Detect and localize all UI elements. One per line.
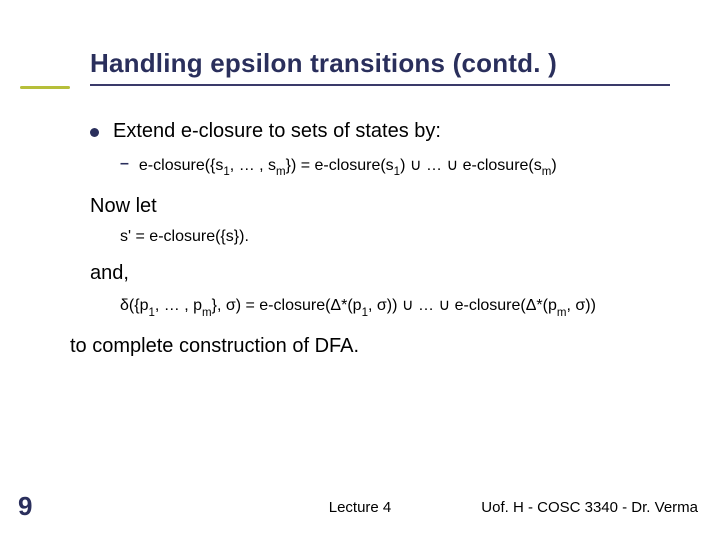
- title-underline: [90, 84, 670, 86]
- slide: Handling epsilon transitions (contd. ) E…: [0, 0, 720, 540]
- seg: ) ∪ … ∪ e-closure(s: [400, 157, 542, 174]
- now-let-line: Now let: [90, 195, 690, 218]
- sub-bullet-1: – e-closure({s1, … , sm}) = e-closure(s1…: [120, 155, 690, 177]
- seg: , σ)) ∪ … ∪ e-closure(Δ*(p: [368, 297, 557, 314]
- bullet-1-text: Extend e-closure to sets of states by:: [113, 120, 441, 143]
- title-wrap: Handling epsilon transitions (contd. ): [90, 48, 670, 79]
- subscript: 1: [148, 307, 154, 319]
- subscript: 1: [394, 166, 400, 178]
- seg: }) = e-closure(s: [286, 157, 394, 174]
- slide-title: Handling epsilon transitions (contd. ): [90, 48, 670, 79]
- seg: δ({p: [120, 297, 148, 314]
- subscript: 1: [362, 307, 368, 319]
- final-line: to complete construction of DFA.: [70, 335, 690, 358]
- dash-icon: –: [120, 155, 129, 173]
- subscript: 1: [223, 166, 229, 178]
- page-number: 9: [18, 491, 32, 522]
- content-area: Extend e-closure to sets of states by: –…: [90, 120, 690, 358]
- seg: }, σ) = e-closure(Δ*(p: [212, 297, 362, 314]
- footer-right: Uof. H - COSC 3340 - Dr. Verma: [481, 499, 698, 516]
- and-line: and,: [90, 262, 690, 285]
- subscript: m: [557, 307, 567, 319]
- subscript: m: [202, 307, 212, 319]
- seg: ): [551, 157, 556, 174]
- equation-s-prime: s' = e-closure({s}).: [120, 228, 690, 246]
- subscript: m: [276, 166, 286, 178]
- equation-delta: δ({p1, … , pm}, σ) = e-closure(Δ*(p1, σ)…: [120, 295, 690, 317]
- subscript: m: [542, 166, 552, 178]
- accent-line: [20, 86, 70, 89]
- bullet-row-1: Extend e-closure to sets of states by:: [90, 120, 690, 143]
- seg: , σ)): [566, 297, 595, 314]
- seg: , … , s: [230, 157, 276, 174]
- sub-bullet-1-text: e-closure({s1, … , sm}) = e-closure(s1) …: [139, 155, 557, 177]
- footer-center: Lecture 4: [329, 499, 392, 516]
- seg: , … , p: [155, 297, 202, 314]
- seg: e-closure({s: [139, 157, 223, 174]
- bullet-disc-icon: [90, 128, 99, 137]
